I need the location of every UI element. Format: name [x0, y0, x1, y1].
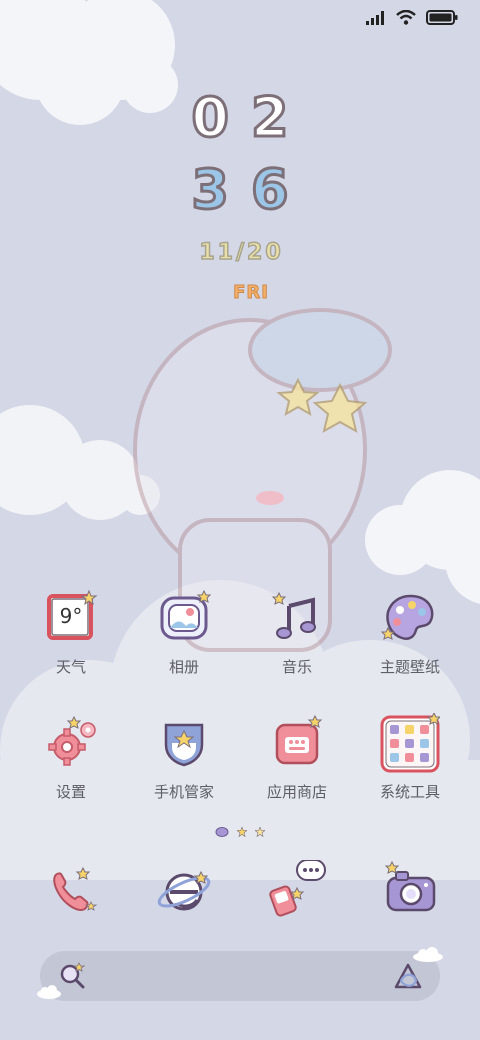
- app-label: 应用商店: [266, 784, 327, 801]
- gear-icon: [41, 713, 101, 773]
- search-bar[interactable]: [37, 947, 443, 1001]
- dock-messages[interactable]: [237, 859, 357, 920]
- weather-temperature: 9°: [59, 604, 83, 628]
- dock-camera[interactable]: [350, 860, 470, 920]
- page-dot-home-icon: [215, 822, 229, 841]
- wifi-icon: [396, 9, 416, 29]
- search-icon[interactable]: [58, 962, 86, 994]
- app-settings[interactable]: 设置: [11, 713, 131, 802]
- gallery-icon: [154, 588, 214, 648]
- app-store[interactable]: 应用商店: [237, 713, 357, 802]
- battery-icon: [426, 10, 458, 29]
- app-weather[interactable]: 9° 天气: [11, 588, 131, 677]
- clock-hour[interactable]: 02: [0, 85, 480, 151]
- signal-icon: [366, 10, 386, 29]
- app-themes[interactable]: 主题壁纸: [350, 588, 470, 677]
- app-store-icon: [267, 713, 327, 773]
- clock-date: 11/20: [199, 239, 284, 266]
- assistant-icon[interactable]: [392, 961, 424, 995]
- status-bar: [366, 9, 458, 29]
- browser-icon: [154, 860, 214, 920]
- app-label: 设置: [55, 784, 86, 801]
- app-label: 系统工具: [379, 784, 440, 801]
- palette-icon: [380, 588, 440, 648]
- phone-icon: [41, 860, 101, 920]
- clock-minute[interactable]: 36: [0, 157, 480, 223]
- cloud-decoration-icon: [413, 947, 443, 962]
- page-dot-star-icon: [236, 822, 248, 841]
- dock-phone[interactable]: [11, 860, 131, 920]
- app-gallery[interactable]: 相册: [124, 588, 244, 677]
- home-screen: { "clock": {"hour":"02","minute":"36","d…: [0, 0, 480, 1040]
- app-label: 音乐: [281, 659, 312, 676]
- clock-weekday: FRI: [233, 282, 269, 304]
- app-system-tools-folder[interactable]: 系统工具: [350, 711, 470, 802]
- weather-icon: 9°: [41, 588, 101, 648]
- cloud-decoration-icon: [37, 985, 61, 999]
- page-indicator[interactable]: [0, 822, 480, 841]
- app-phone-manager[interactable]: 手机管家: [124, 713, 244, 802]
- music-icon: [267, 588, 327, 648]
- app-label: 相册: [168, 659, 199, 676]
- tools-folder-icon: [380, 711, 442, 773]
- app-label: 手机管家: [153, 784, 214, 801]
- shield-icon: [154, 713, 214, 773]
- app-label: 天气: [55, 659, 86, 676]
- camera-icon: [380, 860, 440, 920]
- app-music[interactable]: 音乐: [237, 588, 357, 677]
- app-label: 主题壁纸: [379, 659, 440, 676]
- dock-browser[interactable]: [124, 860, 244, 920]
- messages-icon: [267, 859, 327, 920]
- page-dot-star-icon: [254, 822, 266, 841]
